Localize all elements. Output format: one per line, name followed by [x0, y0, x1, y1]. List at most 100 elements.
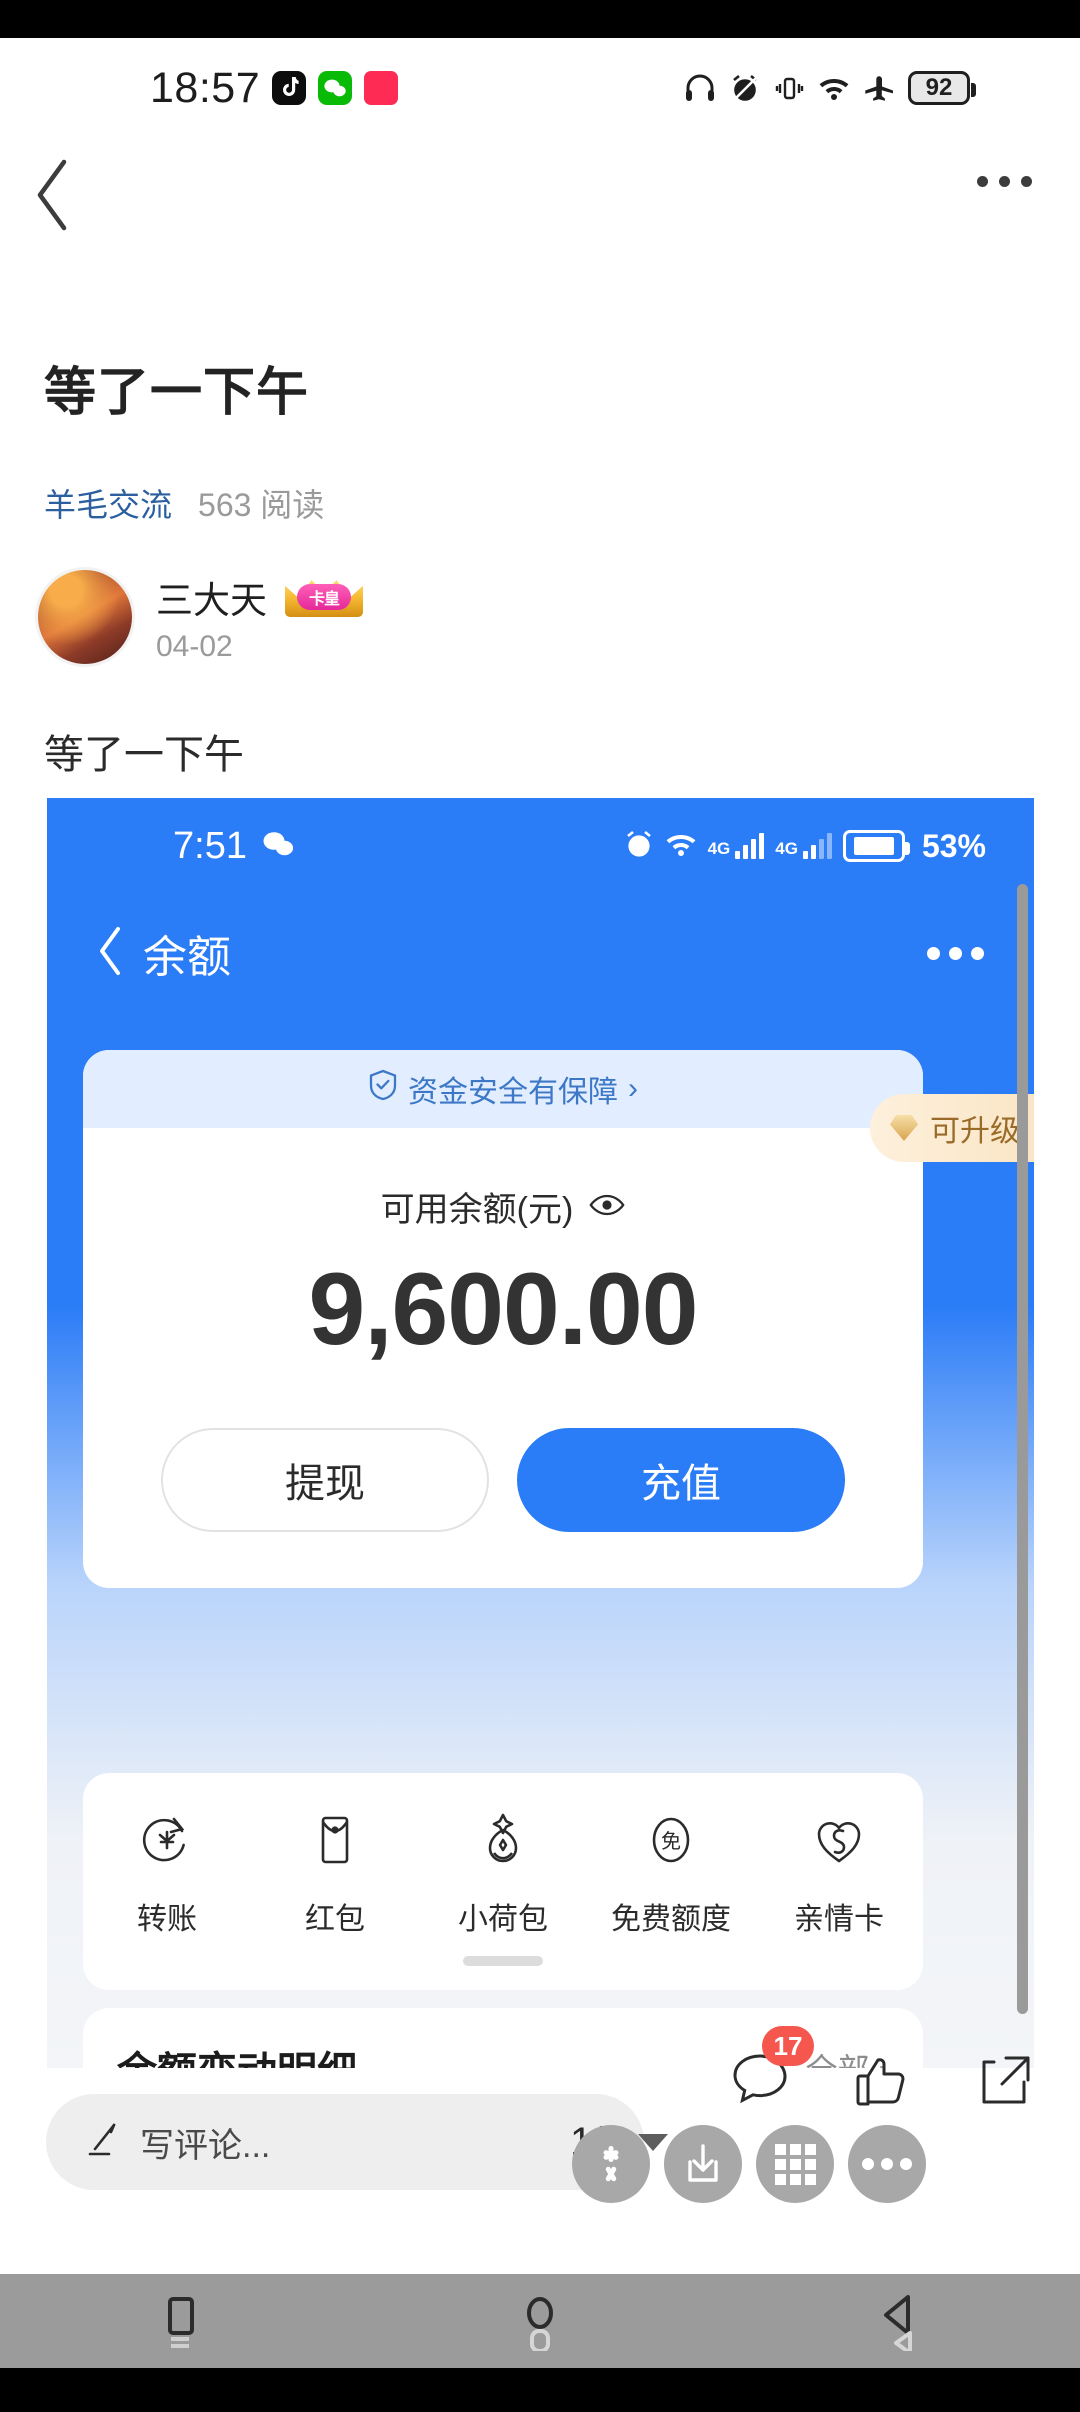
family-card-icon [810, 1811, 868, 1874]
vibrate-icon [774, 73, 804, 103]
embedded-status-right: 4G 4G 53% [624, 828, 986, 865]
network-type-1: 4G [707, 839, 731, 858]
shield-check-icon [368, 1069, 398, 1109]
comment-input[interactable]: 写评论... [46, 2094, 644, 2190]
quick-action-red-envelope[interactable]: 红包 [260, 1811, 410, 1938]
like-button[interactable] [850, 2050, 914, 2114]
pencil-icon [84, 2120, 124, 2165]
wechat-icon [318, 71, 353, 105]
comment-placeholder: 写评论... [140, 2126, 271, 2165]
signal-bars-1 [735, 833, 765, 859]
back-icon[interactable] [840, 2274, 960, 2368]
balance-action-buttons: 提现 充值 [83, 1428, 923, 1532]
headphones-icon [684, 73, 716, 103]
balance-detail-title: 余额变动明细 [117, 2039, 357, 2068]
network-type-2: 4G [775, 839, 798, 858]
airplane-mode-icon [864, 73, 894, 103]
embedded-status-bar: 7:51 4G 4G 53% [47, 798, 1034, 894]
wifi-icon [665, 831, 697, 862]
article-actions: 17 [728, 2026, 1036, 2114]
signal-bars-2 [802, 833, 832, 859]
alarm-icon [624, 829, 654, 864]
withdraw-button[interactable]: 提现 [161, 1428, 489, 1532]
battery-charging-icon [842, 830, 910, 862]
embedded-clock: 7:51 [173, 824, 247, 867]
alarm-off-icon [730, 73, 760, 103]
status-bar-clock: 18:57 [150, 63, 261, 112]
diamond-icon [890, 1115, 918, 1141]
embedded-screenshot[interactable]: 7:51 4G 4G 53% 余额 资金安全有保障 › 可用余额(元) 9,60… [47, 798, 1034, 2068]
battery-indicator: 92 [908, 71, 976, 105]
battery-percent: 53% [921, 827, 986, 864]
read-count: 563 阅读 [198, 487, 325, 523]
author-info: 三大天 卡皇 04-02 [156, 570, 363, 664]
quick-actions-row: 转账 红包 小荷包 免 免费额度 亲情卡 [83, 1811, 923, 1938]
svg-text:免: 免 [661, 1829, 681, 1853]
fund-safety-banner[interactable]: 资金安全有保障 › [83, 1050, 923, 1128]
quick-action-label: 亲情卡 [794, 1903, 884, 1936]
phone-status-bar: 18:57 92 [0, 38, 1080, 138]
more-options-icon[interactable] [927, 946, 984, 960]
quick-action-label: 红包 [305, 1903, 365, 1936]
signal-2: 4G [775, 833, 832, 859]
upgrade-badge-label: 可升级 [930, 1115, 1020, 1148]
android-nav-bar [0, 2274, 1080, 2368]
author-row[interactable]: 三大天 卡皇 04-02 [38, 570, 363, 664]
home-icon[interactable] [480, 2274, 600, 2368]
balance-card: 资金安全有保障 › 可用余额(元) 9,600.00 提现 充值 [83, 1050, 923, 1588]
quick-action-family-card[interactable]: 亲情卡 [764, 1811, 914, 1938]
quick-action-transfer[interactable]: 转账 [92, 1811, 242, 1938]
back-chevron-icon[interactable] [30, 156, 76, 234]
red-envelope-icon [306, 1811, 364, 1874]
more-options-icon[interactable] [977, 176, 1032, 187]
upgrade-badge[interactable]: 可升级 [870, 1094, 1034, 1162]
share-button[interactable] [972, 2050, 1036, 2114]
post-date: 04-02 [156, 630, 233, 663]
quick-action-label: 免费额度 [611, 1903, 731, 1936]
bottom-black-bar [0, 2368, 1080, 2412]
wifi-icon [818, 75, 850, 101]
category-link[interactable]: 羊毛交流 [44, 480, 172, 526]
article-meta: 羊毛交流 563 阅读 [44, 480, 324, 526]
fund-safety-text: 资金安全有保障 [408, 1076, 618, 1109]
embedded-nav-bar: 余额 [47, 894, 1034, 1012]
tiktok-icon [272, 71, 307, 105]
quick-actions-card: 转账 红包 小荷包 免 免费额度 亲情卡 [83, 1773, 923, 1990]
comment-button[interactable]: 17 [728, 2026, 814, 2114]
quick-action-label: 转账 [137, 1903, 197, 1936]
asterisk-icon[interactable] [572, 2125, 650, 2203]
author-name-line: 三大天 卡皇 [156, 570, 363, 624]
back-chevron-icon[interactable] [95, 925, 125, 982]
floating-dock [572, 2125, 926, 2203]
comment-count-badge: 17 [762, 2026, 814, 2066]
grid-icon[interactable] [756, 2125, 834, 2203]
author-name[interactable]: 三大天 [156, 570, 267, 624]
quick-action-free-quota[interactable]: 免 免费额度 [596, 1811, 746, 1938]
balance-amount: 9,600.00 [308, 1252, 698, 1366]
chevron-right-icon: › [628, 1072, 638, 1105]
avatar[interactable] [38, 570, 132, 664]
wechat-icon [263, 831, 295, 862]
embedded-page-title: 余额 [143, 933, 231, 982]
quick-action-small-purse[interactable]: 小荷包 [428, 1811, 578, 1938]
scrollbar[interactable] [1017, 884, 1028, 2014]
small-purse-icon [474, 1811, 532, 1874]
recents-icon[interactable] [120, 2274, 240, 2368]
drag-handle[interactable] [463, 1956, 543, 1966]
free-quota-icon: 免 [642, 1811, 700, 1874]
eye-icon[interactable] [589, 1187, 625, 1226]
article-nav-bar [0, 138, 1080, 248]
transfer-icon [138, 1811, 196, 1874]
signal-1: 4G [708, 833, 765, 859]
more-dots-icon[interactable] [848, 2125, 926, 2203]
quick-action-label: 小荷包 [458, 1903, 548, 1936]
download-icon[interactable] [664, 2125, 742, 2203]
embedded-status-left: 7:51 [173, 825, 295, 868]
article-body-text: 等了一下午 [44, 733, 244, 777]
crown-badge-icon: 卡皇 [285, 577, 363, 617]
xiaohongshu-icon [364, 71, 399, 105]
page-title: 等了一下午 [44, 364, 310, 422]
status-bar-left: 18:57 [150, 63, 399, 113]
notch-area [0, 0, 1080, 38]
recharge-button[interactable]: 充值 [517, 1428, 845, 1532]
